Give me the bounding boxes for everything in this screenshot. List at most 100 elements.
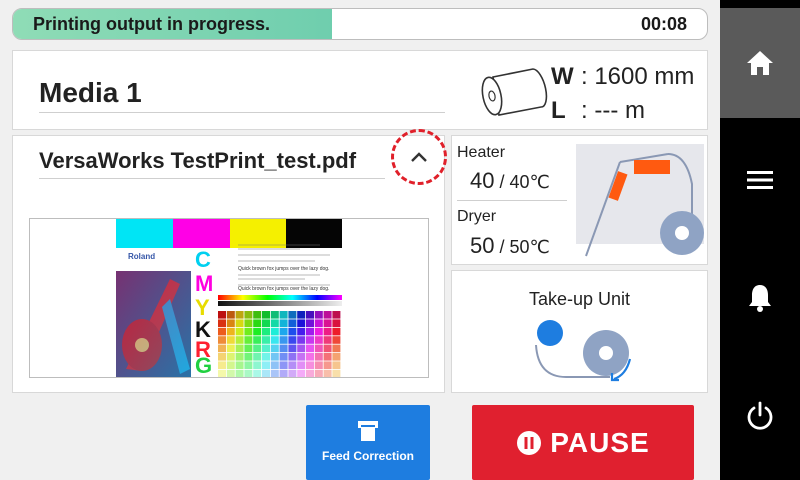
color-patch [262, 336, 270, 344]
color-patch [235, 369, 244, 377]
color-patch [332, 353, 341, 361]
color-patch [297, 344, 306, 353]
color-patch [218, 344, 226, 353]
color-patch [314, 353, 323, 361]
sidebar-item-home[interactable] [720, 8, 800, 118]
color-patch [306, 311, 314, 319]
sidebar [720, 0, 800, 480]
color-patch [279, 369, 288, 377]
color-patch [226, 311, 235, 319]
chevron-up-icon [411, 152, 427, 162]
svg-text:M: M [195, 271, 213, 296]
sidebar-item-menu[interactable] [720, 150, 800, 210]
color-patch [270, 311, 279, 319]
color-patch-grid [218, 311, 341, 377]
pause-icon [517, 431, 542, 455]
color-patch [332, 344, 341, 353]
collapse-button[interactable] [391, 129, 447, 185]
color-patch [226, 327, 235, 336]
color-patch [323, 319, 332, 327]
color-patch [270, 344, 279, 353]
pause-button[interactable]: PAUSE [472, 405, 694, 480]
takeup-unit-panel[interactable]: Take-up Unit [451, 270, 708, 393]
color-patch [279, 319, 288, 327]
color-patch [279, 336, 288, 344]
color-patch [262, 344, 270, 353]
feed-correction-button[interactable]: Feed Correction [306, 405, 430, 480]
color-patch [244, 327, 253, 336]
color-patch [314, 369, 323, 377]
sidebar-item-power[interactable] [720, 386, 800, 446]
color-patch [244, 319, 253, 327]
color-patch [226, 336, 235, 344]
color-patch [288, 336, 297, 344]
test-print-thumbnail: Roland C M Y K R G Quick brown fox jumps… [116, 219, 342, 378]
color-patch [262, 353, 270, 361]
color-patch [314, 319, 323, 327]
color-patch [226, 344, 235, 353]
menu-icon [747, 171, 773, 189]
color-patch [235, 319, 244, 327]
color-patch [244, 369, 253, 377]
color-patch [306, 327, 314, 336]
color-patch [226, 319, 235, 327]
color-patch [314, 336, 323, 344]
color-patch [270, 336, 279, 344]
dryer-label: Dryer [457, 208, 497, 225]
color-patch [270, 361, 279, 369]
temperature-panel[interactable]: Heater 40 / 50℃ / 40℃ Dryer 50 / 50℃ [451, 135, 708, 265]
svg-text:C: C [195, 247, 211, 272]
color-patch [262, 311, 270, 319]
power-icon [747, 401, 773, 430]
color-patch [314, 311, 323, 319]
color-patch [218, 336, 226, 344]
color-patch [306, 319, 314, 327]
color-patch [244, 336, 253, 344]
color-patch [297, 361, 306, 369]
color-patch [226, 353, 235, 361]
color-patch [323, 361, 332, 369]
color-patch [332, 336, 341, 344]
pause-label: PAUSE [550, 426, 650, 458]
color-patch [235, 311, 244, 319]
bell-icon [749, 285, 771, 312]
takeup-unit-diagram [535, 320, 632, 382]
color-patch [288, 344, 297, 353]
color-patch [306, 344, 314, 353]
color-patch [253, 344, 262, 353]
color-patch [297, 327, 306, 336]
color-patch [323, 369, 332, 377]
color-patch [279, 344, 288, 353]
color-patch [323, 344, 332, 353]
color-patch [288, 361, 297, 369]
color-patch [323, 353, 332, 361]
color-patch [253, 353, 262, 361]
color-patch [297, 311, 306, 319]
color-patch [218, 369, 226, 377]
color-patch [270, 319, 279, 327]
color-patch [270, 353, 279, 361]
print-job-panel: VersaWorks TestPrint_test.pdf Roland C M… [12, 129, 447, 393]
color-patch [235, 327, 244, 336]
color-patch [262, 369, 270, 377]
color-patch [288, 319, 297, 327]
color-patch [253, 336, 262, 344]
print-preview[interactable]: Roland C M Y K R G Quick brown fox jumps… [29, 218, 429, 378]
color-patch [270, 327, 279, 336]
color-patch [253, 369, 262, 377]
color-patch [323, 336, 332, 344]
media-roll-icon [481, 68, 548, 116]
sidebar-item-notifications[interactable] [720, 268, 800, 328]
color-patch [226, 369, 235, 377]
svg-text:G: G [195, 353, 212, 378]
color-patch [314, 327, 323, 336]
color-patch [218, 327, 226, 336]
color-patch [314, 344, 323, 353]
media-feed-icon [358, 421, 378, 441]
heater-label: Heater [457, 144, 506, 161]
media-panel[interactable]: Media 1 W: 1600 mm L: --- m [12, 50, 708, 130]
color-patch [306, 353, 314, 361]
color-patch [244, 361, 253, 369]
color-patch [288, 369, 297, 377]
status-message: Printing output in progress. [33, 14, 270, 34]
